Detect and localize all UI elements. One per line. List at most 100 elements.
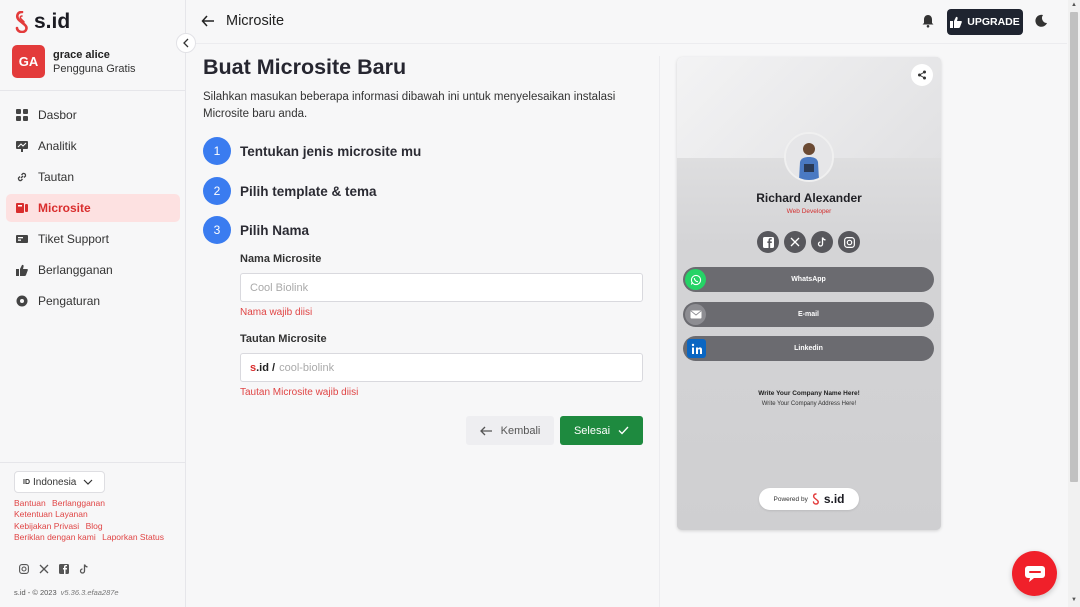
- step-number: 3: [203, 216, 231, 244]
- footer-link-ketentuan[interactable]: Ketentuan Layanan: [14, 509, 88, 519]
- top-header: Microsite UPGRADE: [187, 0, 1067, 44]
- microsite-name-input[interactable]: Cool Biolink: [240, 273, 643, 302]
- language-label: Indonesia: [33, 476, 77, 488]
- link-error: Tautan Microsite wajib diisi: [240, 387, 359, 398]
- tiktok-icon[interactable]: [79, 564, 89, 574]
- name-placeholder: Cool Biolink: [250, 281, 309, 294]
- x-twitter-icon[interactable]: [784, 231, 806, 253]
- x-twitter-icon[interactable]: [39, 564, 49, 574]
- bell-icon[interactable]: [921, 14, 935, 28]
- chevron-down-icon: [83, 479, 93, 485]
- sidebar-item-label: Tautan: [38, 170, 75, 184]
- create-microsite-form: Buat Microsite Baru Silahkan masukan beb…: [203, 55, 653, 445]
- link-icon: [15, 171, 28, 184]
- sidebar-item-label: Dasbor: [38, 108, 77, 122]
- sidebar-divider: [0, 90, 186, 91]
- facebook-icon[interactable]: [757, 231, 779, 253]
- sidebar-item-dasbor[interactable]: Dasbor: [6, 101, 180, 129]
- footer-link-beriklan[interactable]: Beriklan dengan kami: [14, 532, 96, 542]
- share-icon: [918, 70, 926, 80]
- powered-by-text: Powered by: [773, 495, 808, 503]
- linkedin-link-button[interactable]: Linkedin: [683, 336, 934, 361]
- upgrade-button[interactable]: UPGRADE: [947, 9, 1023, 35]
- instagram-icon[interactable]: [19, 564, 29, 574]
- social-links: [19, 564, 89, 574]
- link-label: Linkedin: [794, 345, 823, 352]
- sidebar-item-berlangganan[interactable]: Berlangganan: [6, 256, 180, 284]
- language-select[interactable]: ID Indonesia: [14, 471, 105, 493]
- back-arrow-icon[interactable]: [201, 14, 215, 28]
- user-plan: Pengguna Gratis: [53, 62, 136, 75]
- facebook-icon[interactable]: [59, 564, 69, 574]
- sidebar-item-label: Analitik: [38, 139, 77, 153]
- copyright-text: s.id - © 2023: [14, 588, 57, 597]
- link-label: E-mail: [797, 311, 819, 318]
- logo-text: s.id: [34, 10, 71, 33]
- page-description: Silahkan masukan beberapa informasi diba…: [203, 91, 616, 120]
- thumbs-up-icon: [950, 16, 963, 28]
- step-3[interactable]: 3 Pilih Nama: [203, 216, 309, 244]
- linkedin-icon: [687, 339, 706, 358]
- moon-icon[interactable]: [1034, 14, 1048, 28]
- sidebar-item-tiket-support[interactable]: Tiket Support: [6, 225, 180, 253]
- step-2[interactable]: 2 Pilih template & tema: [203, 177, 377, 205]
- footer-link-blog[interactable]: Blog: [86, 521, 103, 531]
- step-number: 1: [203, 137, 231, 165]
- chat-button[interactable]: [1012, 551, 1057, 596]
- sid-logo-icon: [15, 11, 28, 33]
- email-link-button[interactable]: E-mail: [683, 302, 934, 327]
- logo[interactable]: s.id: [14, 10, 70, 34]
- powered-by-badge[interactable]: Powered by s.id: [759, 488, 859, 510]
- footer-link-berlangganan[interactable]: Berlangganan: [52, 498, 105, 508]
- sidebar: s.id GA grace alice Pengguna Gratis Dasb…: [0, 0, 186, 607]
- content-divider: [659, 56, 660, 607]
- footer-link-kebijakan[interactable]: Kebijakan Privasi: [14, 521, 79, 531]
- check-icon: [618, 426, 629, 435]
- sidebar-item-label: Berlangganan: [38, 263, 113, 277]
- ticket-icon: [15, 233, 28, 246]
- arrow-left-icon: [479, 426, 492, 435]
- back-label: Kembali: [500, 424, 541, 437]
- instagram-icon[interactable]: [838, 231, 860, 253]
- whatsapp-icon: [685, 269, 706, 290]
- sidebar-item-microsite[interactable]: Microsite: [6, 194, 180, 222]
- upgrade-label: UPGRADE: [967, 16, 1020, 28]
- finish-button[interactable]: Selesai: [560, 416, 643, 445]
- thumbs-up-icon: [15, 264, 28, 277]
- name-error: Nama wajib diisi: [240, 307, 313, 318]
- scroll-down-arrow-icon[interactable]: ▼: [1071, 597, 1077, 603]
- tiktok-icon[interactable]: [811, 231, 833, 253]
- share-button[interactable]: [911, 64, 933, 86]
- microsite-link-input[interactable]: s .id / cool-biolink: [240, 353, 643, 382]
- step-label: Pilih template & tema: [240, 183, 377, 199]
- sidebar-item-tautan[interactable]: Tautan: [6, 163, 180, 191]
- page-scrollbar[interactable]: ▲ ▼: [1068, 0, 1080, 607]
- scroll-up-arrow-icon[interactable]: ▲: [1071, 2, 1077, 8]
- chevron-left-icon: [183, 38, 189, 48]
- sidebar-item-label: Tiket Support: [38, 232, 109, 246]
- sidebar-nav: Dasbor Analitik Tautan Microsite Tiket S…: [6, 101, 180, 318]
- company-address: Write Your Company Address Here!: [761, 401, 857, 407]
- footer-link-laporkan-status[interactable]: Laporkan Status: [102, 532, 164, 542]
- user-profile[interactable]: GA grace alice Pengguna Gratis: [12, 45, 136, 78]
- sidebar-item-analitik[interactable]: Analitik: [6, 132, 180, 160]
- footer-link-bantuan[interactable]: Bantuan: [14, 498, 46, 508]
- back-button[interactable]: Kembali: [466, 416, 554, 445]
- person-icon: [786, 134, 832, 180]
- link-field-label: Tautan Microsite: [240, 333, 327, 345]
- scrollbar-thumb[interactable]: [1070, 12, 1078, 482]
- collapse-sidebar-button[interactable]: [176, 33, 196, 53]
- step-number: 2: [203, 177, 231, 205]
- profile-name: Richard Alexander: [756, 191, 862, 205]
- chat-bubble-icon: [1024, 565, 1045, 582]
- whatsapp-link-button[interactable]: WhatsApp: [683, 267, 934, 292]
- profile-social-links: [757, 231, 860, 253]
- step-label: Pilih Nama: [240, 222, 310, 238]
- footer-links: Bantuan Berlangganan Ketentuan Layanan K…: [14, 498, 174, 543]
- sidebar-item-pengaturan[interactable]: Pengaturan: [6, 287, 180, 315]
- profile-photo: [784, 132, 834, 182]
- step-1[interactable]: 1 Tentukan jenis microsite mu: [203, 137, 421, 165]
- microsite-preview: Richard Alexander Web Developer WhatsApp…: [677, 57, 941, 530]
- link-label: WhatsApp: [791, 276, 826, 283]
- avatar: GA: [12, 45, 45, 78]
